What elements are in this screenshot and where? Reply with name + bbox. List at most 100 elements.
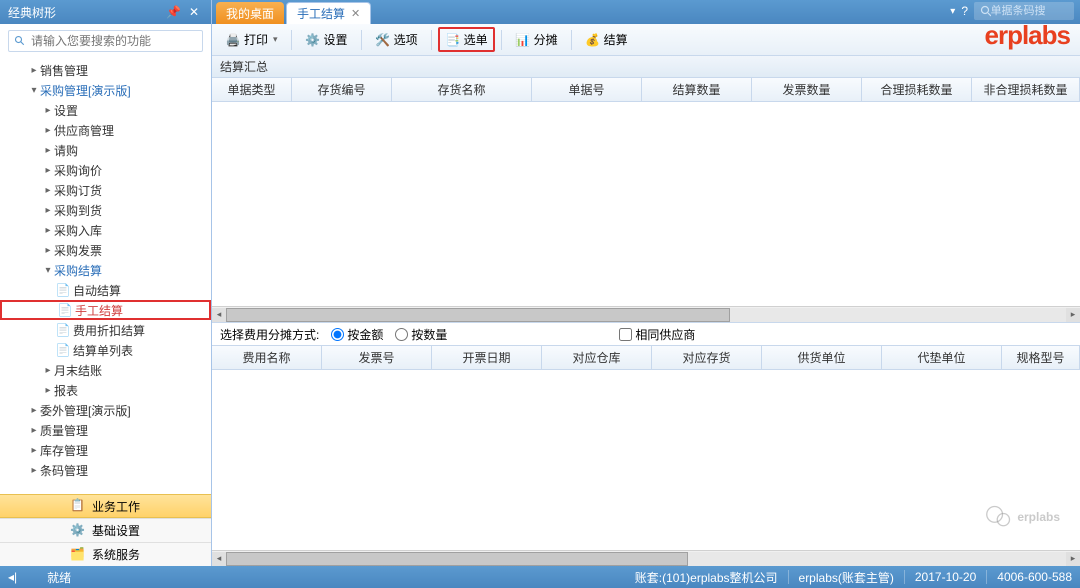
content-area: erplabs 我的桌面 手工结算✕ ▾ ? 🖨️打印 ▾ ⚙️设置 🛠️选项 📑… — [212, 0, 1080, 566]
gear-icon: ⚙️ — [305, 32, 321, 48]
search-icon — [980, 5, 991, 17]
tree-arrival[interactable]: 采购到货 — [0, 200, 211, 220]
toolbar-select-order[interactable]: 📑选单 — [438, 27, 495, 52]
doc-icon: 📄 — [56, 323, 70, 337]
collapse-icon[interactable]: ◂| — [8, 570, 17, 584]
tree-discount-settle[interactable]: 📄费用折扣结算 — [0, 320, 211, 340]
tree-manual-settle[interactable]: 📄手工结算 — [0, 300, 211, 320]
logo: erplabs — [985, 20, 1071, 51]
tree-auto-settle[interactable]: 📄自动结算 — [0, 280, 211, 300]
gear-icon: ⚙️ — [70, 523, 86, 539]
col-header[interactable]: 单据号 — [532, 78, 642, 101]
tab-manual-settle[interactable]: 手工结算✕ — [286, 2, 371, 24]
tree-settings[interactable]: 设置 — [0, 100, 211, 120]
close-icon[interactable]: ✕ — [185, 5, 203, 19]
tree-inventory[interactable]: 库存管理 — [0, 440, 211, 460]
col-header[interactable]: 规格型号 — [1002, 346, 1080, 369]
col-header[interactable]: 结算数量 — [642, 78, 752, 101]
col-header[interactable]: 存货编号 — [292, 78, 392, 101]
tree-purchase[interactable]: 采购管理[演示版] — [0, 80, 211, 100]
tree-settle-list[interactable]: 📄结算单列表 — [0, 340, 211, 360]
tree-inquiry[interactable]: 采购询价 — [0, 160, 211, 180]
doc-icon: 📄 — [56, 343, 70, 357]
doc-icon: 📄 — [56, 283, 70, 297]
tb-label: 选项 — [394, 31, 418, 48]
sidebar-search-input[interactable] — [31, 34, 197, 48]
settle-icon: 💰 — [585, 32, 601, 48]
watermark: erplabs — [985, 503, 1060, 531]
toolbar-settings[interactable]: ⚙️设置 — [298, 27, 355, 52]
grid2-header: 费用名称 发票号 开票日期 对应仓库 对应存货 供货单位 代垫单位 规格型号 — [212, 346, 1080, 370]
select-icon: 📑 — [445, 32, 461, 48]
tb-label: 打印 — [244, 31, 268, 48]
cat-business[interactable]: 📋业务工作 — [0, 494, 211, 518]
tree-barcode[interactable]: 条码管理 — [0, 460, 211, 480]
col-header[interactable]: 非合理损耗数量 — [972, 78, 1080, 101]
tab-label: 我的桌面 — [226, 5, 274, 22]
tree-quality[interactable]: 质量管理 — [0, 420, 211, 440]
cat-basic[interactable]: ⚙️ 基础设置 — [0, 518, 211, 542]
col-header[interactable]: 存货名称 — [392, 78, 532, 101]
status-date: 2017-10-20 — [915, 570, 976, 584]
print-icon: 🖨️ — [225, 32, 241, 48]
tree-request[interactable]: 请购 — [0, 140, 211, 160]
pin-icon[interactable]: 📌 — [162, 5, 185, 19]
scroll-right-icon[interactable]: ▸ — [1066, 308, 1080, 322]
tree-order[interactable]: 采购订货 — [0, 180, 211, 200]
cat-system[interactable]: 🗂️系统服务 — [0, 542, 211, 566]
status-account: 账套:(101)erplabs整机公司 — [635, 569, 778, 586]
tree-supplier[interactable]: 供应商管理 — [0, 120, 211, 140]
col-header[interactable]: 对应仓库 — [542, 346, 652, 369]
tree-report[interactable]: 报表 — [0, 380, 211, 400]
cat-label: 基础设置 — [92, 522, 140, 539]
check-same-supplier[interactable]: 相同供应商 — [619, 326, 695, 343]
sidebar-search[interactable] — [8, 30, 203, 52]
col-header[interactable]: 对应存货 — [652, 346, 762, 369]
toolbar-options[interactable]: 🛠️选项 — [368, 27, 425, 52]
radio-by-amount[interactable]: 按金额 — [331, 326, 383, 343]
toolbar-print[interactable]: 🖨️打印 ▾ — [218, 27, 285, 52]
tree-stockin[interactable]: 采购入库 — [0, 220, 211, 240]
col-header[interactable]: 开票日期 — [432, 346, 542, 369]
search-icon — [14, 35, 26, 47]
tree-monthend[interactable]: 月末结账 — [0, 360, 211, 380]
col-header[interactable]: 费用名称 — [212, 346, 322, 369]
tree-sales[interactable]: 销售管理 — [0, 60, 211, 80]
col-header[interactable]: 代垫单位 — [882, 346, 1002, 369]
sidebar: 经典树形 📌 ✕ 销售管理 采购管理[演示版] 设置 供应商管理 请购 采购询价… — [0, 0, 212, 566]
tree-settle[interactable]: 采购结算 — [0, 260, 211, 280]
tab-row: 我的桌面 手工结算✕ ▾ ? — [212, 0, 1080, 24]
col-header[interactable]: 合理损耗数量 — [862, 78, 972, 101]
status-user: erplabs(账套主管) — [799, 569, 894, 586]
chevron-down-icon: ▾ — [273, 34, 278, 45]
col-header[interactable]: 单据类型 — [212, 78, 292, 101]
chevron-down-icon[interactable]: ▾ — [950, 6, 955, 17]
status-bar: ◂| 就绪 账套:(101)erplabs整机公司 erplabs(账套主管) … — [0, 566, 1080, 588]
sidebar-title: 经典树形 — [8, 4, 162, 21]
doc-icon: 📄 — [58, 303, 72, 317]
options-label: 选择费用分摊方式: — [220, 326, 319, 343]
scroll-left-icon[interactable]: ◂ — [212, 552, 226, 566]
grid1-title: 结算汇总 — [212, 56, 1080, 78]
tree-outsource[interactable]: 委外管理[演示版] — [0, 400, 211, 420]
tab-desktop[interactable]: 我的桌面 — [216, 2, 284, 24]
top-search[interactable] — [974, 2, 1074, 20]
system-icon: 🗂️ — [70, 547, 86, 563]
col-header[interactable]: 发票号 — [322, 346, 432, 369]
scroll-right-icon[interactable]: ▸ — [1066, 552, 1080, 566]
cat-label: 业务工作 — [92, 498, 140, 515]
scroll-left-icon[interactable]: ◂ — [212, 308, 226, 322]
toolbar-settle[interactable]: 💰结算 — [578, 27, 635, 52]
col-header[interactable]: 供货单位 — [762, 346, 882, 369]
radio-by-qty[interactable]: 按数量 — [395, 326, 447, 343]
tb-label: 选单 — [464, 31, 488, 48]
col-header[interactable]: 发票数量 — [752, 78, 862, 101]
tab-close-icon[interactable]: ✕ — [351, 7, 360, 20]
toolbar-allocate[interactable]: 📊分摊 — [508, 27, 565, 52]
horizontal-scrollbar[interactable]: ◂ ▸ — [212, 550, 1080, 566]
help-icon[interactable]: ? — [961, 4, 968, 18]
horizontal-scrollbar[interactable]: ◂ ▸ — [212, 306, 1080, 322]
tree-invoice[interactable]: 采购发票 — [0, 240, 211, 260]
top-search-input[interactable] — [991, 5, 1068, 17]
allocate-icon: 📊 — [515, 32, 531, 48]
